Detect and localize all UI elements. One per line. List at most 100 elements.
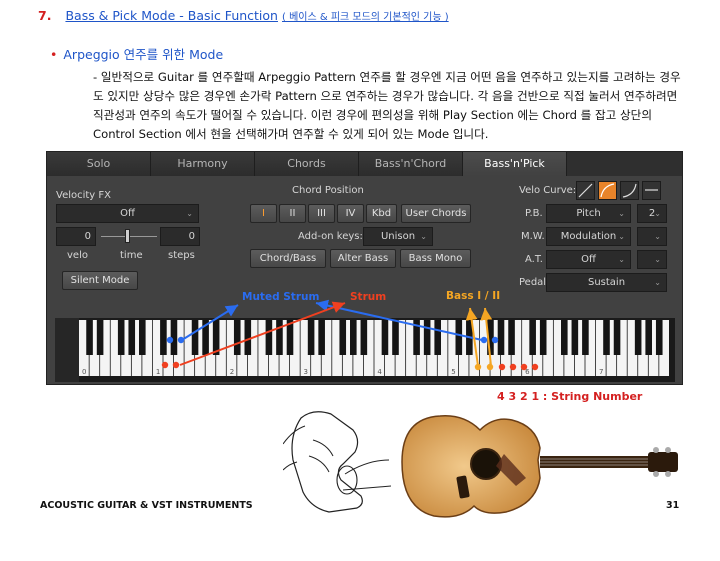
octave-label: 5 (451, 368, 455, 376)
black-key[interactable] (466, 320, 473, 355)
curve-soft-icon (600, 183, 615, 198)
chevron-down-icon: ⌄ (618, 255, 625, 264)
black-key[interactable] (508, 320, 515, 355)
black-key[interactable] (233, 320, 241, 355)
black-key[interactable] (202, 320, 209, 355)
time-slider-handle[interactable] (125, 229, 130, 243)
steps-label: steps (168, 250, 195, 261)
black-key[interactable] (613, 320, 621, 355)
velocity-fx-select[interactable]: Off ⌄ (56, 204, 199, 223)
chevron-down-icon: ⌄ (654, 232, 661, 241)
black-key[interactable] (434, 320, 441, 355)
time-label: time (120, 250, 143, 261)
section-title-link[interactable]: Bass & Pick Mode - Basic Function (65, 8, 278, 23)
black-key[interactable] (86, 320, 93, 355)
bass-mono-button[interactable]: Bass Mono (400, 249, 471, 268)
black-key[interactable] (392, 320, 399, 355)
black-key[interactable] (360, 320, 368, 355)
black-key[interactable] (655, 320, 663, 355)
black-key[interactable] (561, 320, 568, 355)
velo-curve-soft-button[interactable] (598, 181, 617, 200)
mw-range-select[interactable]: ⌄ (637, 227, 667, 246)
black-key[interactable] (286, 320, 294, 355)
silent-mode-button[interactable]: Silent Mode (62, 271, 138, 290)
piano-keyboard[interactable]: 0 1 2 3 4 5 6 7 (55, 318, 675, 382)
chord-position-iii-button[interactable]: III (308, 204, 335, 223)
curve-linear-icon (578, 183, 593, 198)
octave-label: 3 (304, 368, 308, 376)
chord-position-ii-button[interactable]: II (279, 204, 306, 223)
pedal-value: Sustain (587, 277, 626, 288)
black-key[interactable] (276, 320, 283, 355)
black-key[interactable] (139, 320, 146, 355)
section-number: 7. (38, 8, 52, 23)
black-key[interactable] (571, 320, 579, 355)
octave-label: 1 (156, 368, 160, 376)
black-key[interactable] (339, 320, 347, 355)
black-key[interactable] (128, 320, 136, 355)
acoustic-guitar-image (401, 415, 678, 518)
velo-curve-hard-button[interactable] (620, 181, 639, 200)
black-key[interactable] (645, 320, 652, 355)
tab-bass-n-pick[interactable]: Bass'n'Pick (463, 152, 567, 176)
user-chords-button[interactable]: User Chords (401, 204, 471, 223)
black-key[interactable] (96, 320, 104, 355)
tab-harmony[interactable]: Harmony (151, 152, 255, 176)
velo-curve-flat-button[interactable] (642, 181, 661, 200)
chord-position-kbd-button[interactable]: Kbd (366, 204, 397, 223)
black-key[interactable] (413, 320, 420, 355)
black-key[interactable] (170, 320, 178, 355)
chord-position-i-button[interactable]: I (250, 204, 277, 223)
pedal-select[interactable]: Sustain ⌄ (546, 273, 667, 292)
black-key[interactable] (318, 320, 325, 355)
at-select[interactable]: Off ⌄ (546, 250, 631, 269)
black-key[interactable] (634, 320, 642, 355)
mw-select[interactable]: Modulation ⌄ (546, 227, 631, 246)
black-key[interactable] (265, 320, 273, 355)
chord-position-iv-button[interactable]: IV (337, 204, 364, 223)
body-paragraph: - 일반적으로 Guitar 를 연주할때 Arpeggio Pattern 연… (93, 68, 683, 144)
at-range-select[interactable]: ⌄ (637, 250, 667, 269)
pb-range-select[interactable]: 2 ⌄ (637, 204, 667, 223)
tab-solo[interactable]: Solo (47, 152, 151, 176)
addon-keys-select[interactable]: Unison ⌄ (363, 227, 433, 246)
black-key[interactable] (307, 320, 315, 355)
black-key[interactable] (582, 320, 589, 355)
mw-label: M.W. (521, 231, 545, 242)
footer-title: ACOUSTIC GUITAR & VST INSTRUMENTS (40, 500, 253, 511)
black-key[interactable] (212, 320, 220, 355)
tab-bass-n-chord[interactable]: Bass'n'Chord (359, 152, 463, 176)
steps-value-field[interactable]: 0 (160, 227, 200, 246)
black-key[interactable] (117, 320, 125, 355)
body-dash: - (93, 70, 98, 84)
black-key[interactable] (529, 320, 536, 355)
section-subtitle-link[interactable]: ( 베이스 & 피크 모드의 기본적인 기능 ) (282, 12, 449, 23)
black-key[interactable] (423, 320, 431, 355)
black-key[interactable] (497, 320, 505, 355)
black-key[interactable] (350, 320, 357, 355)
tab-chords[interactable]: Chords (255, 152, 359, 176)
chevron-down-icon: ⌄ (654, 255, 661, 264)
velo-curve-linear-button[interactable] (576, 181, 595, 200)
black-key[interactable] (381, 320, 389, 355)
piano-keys-svg[interactable]: 0 1 2 3 4 5 6 7 (55, 318, 675, 382)
pb-select[interactable]: Pitch ⌄ (546, 204, 631, 223)
chevron-down-icon: ⌄ (186, 209, 193, 218)
black-key[interactable] (244, 320, 252, 355)
chord-bass-button[interactable]: Chord/Bass (250, 249, 326, 268)
addon-keys-label: Add-on keys: (298, 231, 363, 242)
curve-hard-icon (622, 183, 637, 198)
velo-value-field[interactable]: 0 (56, 227, 96, 246)
black-key[interactable] (487, 320, 494, 355)
black-key[interactable] (455, 320, 463, 355)
octave-label: 2 (230, 368, 234, 376)
black-key[interactable] (191, 320, 199, 355)
alter-bass-button[interactable]: Alter Bass (330, 249, 396, 268)
chevron-down-icon: ⌄ (618, 209, 625, 218)
chevron-down-icon: ⌄ (654, 209, 661, 218)
black-key[interactable] (603, 320, 610, 355)
bullet-title: Arpeggio 연주를 위한 Mode (63, 47, 224, 62)
velocity-fx-label: Velocity FX (56, 190, 112, 201)
black-key[interactable] (160, 320, 167, 355)
black-key[interactable] (539, 320, 547, 355)
